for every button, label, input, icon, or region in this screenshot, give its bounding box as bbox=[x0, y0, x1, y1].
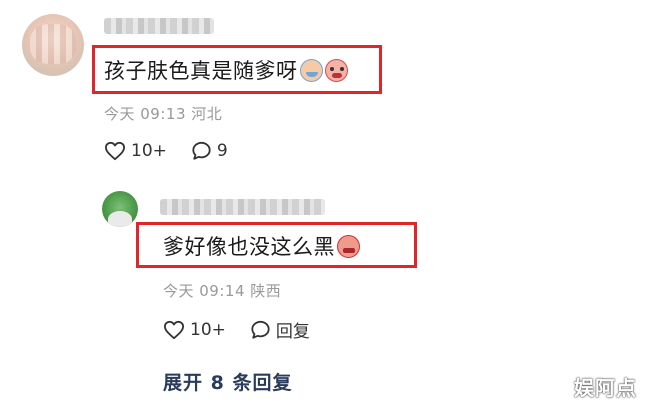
reply-body: 爹好像也没这么黑 bbox=[163, 231, 360, 261]
reply-text: 爹好像也没这么黑 bbox=[163, 235, 335, 259]
reply-time: 今天 09:14 bbox=[163, 282, 245, 300]
reply-like-count: 10+ bbox=[190, 319, 226, 340]
speech-bubble-icon bbox=[192, 141, 211, 160]
reply-meta: 今天 09:14 陕西 bbox=[163, 280, 281, 301]
sweat-smile-emoji-icon bbox=[299, 59, 323, 82]
expand-replies-link[interactable]: 展开 8 条回复 bbox=[163, 368, 292, 395]
reply-username-blurred[interactable] bbox=[160, 199, 325, 215]
crying-emoji-icon bbox=[324, 59, 348, 82]
reply-button-label: 回复 bbox=[275, 322, 310, 342]
reply-count-button[interactable]: 9 bbox=[191, 141, 228, 161]
heart-icon bbox=[105, 141, 125, 161]
username-blurred[interactable] bbox=[104, 18, 214, 34]
speech-bubble-icon bbox=[251, 320, 270, 339]
angry-emoji-icon bbox=[337, 235, 360, 258]
reply-like-button[interactable]: 10+ bbox=[163, 320, 226, 340]
comment-body: 孩子肤色真是随爹呀 bbox=[104, 55, 348, 85]
comment-text: 孩子肤色真是随爹呀 bbox=[104, 59, 298, 83]
reply-actions: 10+ 回复 bbox=[163, 317, 334, 342]
reply-button[interactable]: 回复 bbox=[250, 317, 310, 342]
reply-avatar[interactable] bbox=[102, 191, 138, 227]
comment-time: 今天 09:13 bbox=[104, 105, 186, 123]
like-button[interactable]: 10+ bbox=[104, 141, 167, 161]
comment-actions: 10+ 9 bbox=[104, 141, 252, 161]
comment-meta: 今天 09:13 河北 bbox=[104, 103, 222, 124]
comment-location: 河北 bbox=[191, 105, 223, 123]
watermark: 娱阿点 bbox=[574, 376, 637, 400]
like-count: 10+ bbox=[131, 141, 167, 161]
reply-count: 9 bbox=[216, 141, 228, 161]
avatar[interactable] bbox=[22, 14, 84, 76]
comment-thread: 孩子肤色真是随爹呀 今天 09:13 河北 10+ 9 爹好像也没这么黑 今天 … bbox=[0, 0, 660, 412]
heart-icon bbox=[164, 320, 184, 339]
reply-location: 陕西 bbox=[250, 282, 282, 300]
